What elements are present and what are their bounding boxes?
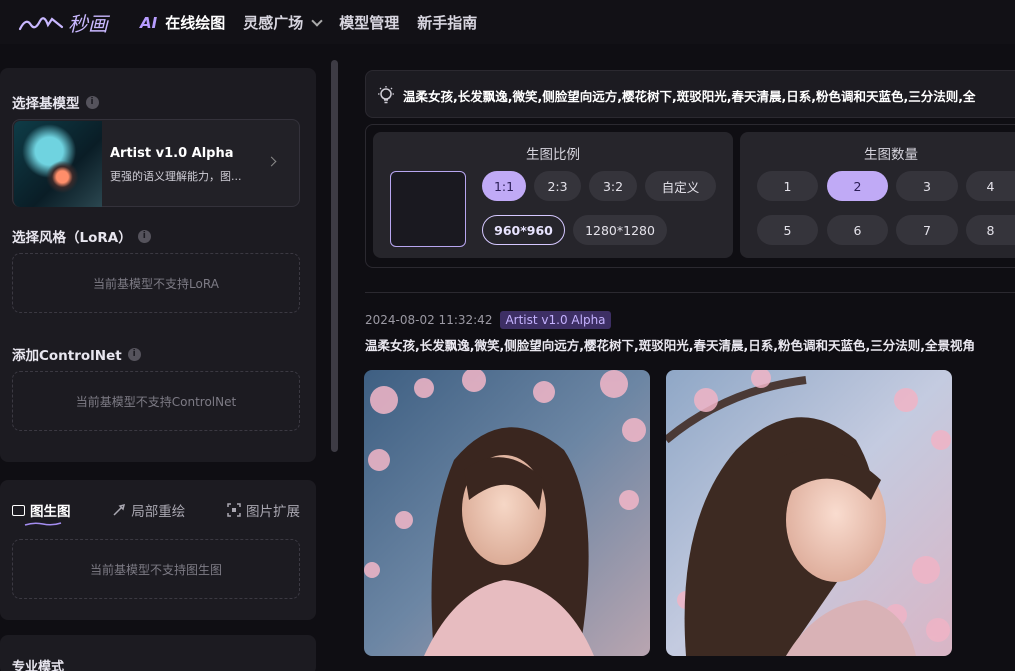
base-model-title-text: 选择基模型 [12, 96, 80, 112]
img2img-empty-box: 当前基模型不支持图生图 [12, 539, 300, 599]
ratio-title: 生图比例 [526, 147, 580, 163]
chevron-down-icon [311, 14, 323, 27]
lora-title: 选择风格（LoRA） i [12, 226, 151, 246]
tab-img2img-label: 图生图 [30, 504, 71, 520]
count-option-7[interactable]: 7 [896, 215, 958, 245]
tab-outpaint[interactable]: 图片扩展 [227, 500, 300, 520]
nav-online-draw[interactable]: AI 在线绘图 [140, 12, 225, 33]
count-option-3[interactable]: 3 [896, 171, 958, 201]
expand-icon [227, 503, 241, 517]
size-option-1280[interactable]: 1280*1280 [573, 215, 667, 245]
chevron-right-icon [266, 156, 277, 167]
tab-inpaint[interactable]: 局部重绘 [112, 500, 185, 520]
nav-ai-prefix: AI [140, 13, 158, 32]
lora-empty-box: 当前基模型不支持LoRA [12, 253, 300, 313]
nav-online-draw-label: 在线绘图 [165, 14, 226, 32]
count-title: 生图数量 [864, 147, 918, 163]
lightbulb-icon [378, 86, 394, 104]
prompt-text: 温柔女孩,长发飘逸,微笑,侧脸望向远方,樱花树下,斑驳阳光,春天清晨,日系,粉色… [403, 89, 976, 104]
base-model-card[interactable]: Artist v1.0 Alpha 更强的语义理解能力，图... [12, 119, 300, 207]
model-badge: Artist v1.0 Alpha [500, 311, 611, 329]
divider [365, 292, 1015, 293]
nav-guide[interactable]: 新手指南 [417, 12, 477, 33]
sidebar-scrollbar[interactable] [331, 60, 338, 452]
ratio-option-1-1[interactable]: 1:1 [482, 171, 526, 201]
nav-model-management-label: 模型管理 [339, 14, 400, 32]
ratio-option-2-3[interactable]: 2:3 [534, 171, 581, 201]
result-timestamp: 2024-08-02 11:32:42 [365, 313, 493, 327]
nav-inspiration-label: 灵感广场 [243, 14, 304, 32]
logo[interactable]: 秒画 [18, 8, 108, 37]
count-option-4[interactable]: 4 [966, 171, 1015, 201]
brush-icon [113, 503, 126, 516]
top-navigation-bar: 秒画 AI 在线绘图 灵感广场 模型管理 新手指南 [0, 0, 1015, 44]
nav-inspiration[interactable]: 灵感广场 [243, 12, 323, 33]
image-icon [12, 504, 25, 516]
model-thumbnail [14, 121, 102, 207]
tab-img2img[interactable]: 图生图 [12, 500, 71, 520]
result-meta: 2024-08-02 11:32:42 Artist v1.0 Alpha [365, 311, 611, 329]
tab-outpaint-label: 图片扩展 [246, 504, 300, 520]
ratio-preview [390, 171, 466, 247]
base-model-title: 选择基模型 i [12, 92, 99, 112]
nav-model-management[interactable]: 模型管理 [339, 12, 399, 33]
size-option-960[interactable]: 960*960 [482, 215, 565, 245]
model-name: Artist v1.0 Alpha [110, 146, 234, 161]
result-prompt: 温柔女孩,长发飘逸,微笑,侧脸望向远方,樱花树下,斑驳阳光,春天清晨,日系,粉色… [365, 338, 975, 353]
nav-guide-label: 新手指南 [417, 14, 478, 32]
count-option-6[interactable]: 6 [827, 215, 888, 245]
image-input-tabs: 图生图 局部重绘 图片扩展 [12, 500, 300, 520]
active-tab-underline [24, 522, 62, 526]
lora-title-text: 选择风格（LoRA） [12, 230, 132, 246]
pro-mode-label: 专业模式 [12, 660, 65, 671]
generated-image-2[interactable] [666, 370, 952, 656]
ratio-option-3-2[interactable]: 3:2 [589, 171, 637, 201]
count-option-5[interactable]: 5 [757, 215, 818, 245]
info-icon[interactable]: i [127, 347, 141, 361]
model-description: 更强的语义理解能力，图... [110, 170, 242, 183]
logo-text: 秒画 [68, 12, 108, 36]
count-option-2[interactable]: 2 [827, 171, 888, 201]
generated-image-1[interactable] [364, 370, 650, 656]
controlnet-title-text: 添加ControlNet [12, 348, 122, 364]
logo-wave-icon [18, 16, 64, 30]
tab-inpaint-label: 局部重绘 [131, 504, 186, 520]
prompt-input-bar[interactable]: 温柔女孩,长发飘逸,微笑,侧脸望向远方,樱花树下,斑驳阳光,春天清晨,日系,粉色… [365, 70, 1015, 118]
controlnet-title: 添加ControlNet i [12, 344, 141, 364]
count-option-8[interactable]: 8 [966, 215, 1015, 245]
info-icon[interactable]: i [85, 95, 99, 109]
count-option-1[interactable]: 1 [757, 171, 818, 201]
controlnet-empty-box: 当前基模型不支持ControlNet [12, 371, 300, 431]
main-nav: AI 在线绘图 灵感广场 模型管理 新手指南 [140, 12, 477, 33]
info-icon[interactable]: i [137, 229, 151, 243]
ratio-option-custom[interactable]: 自定义 [645, 171, 716, 201]
